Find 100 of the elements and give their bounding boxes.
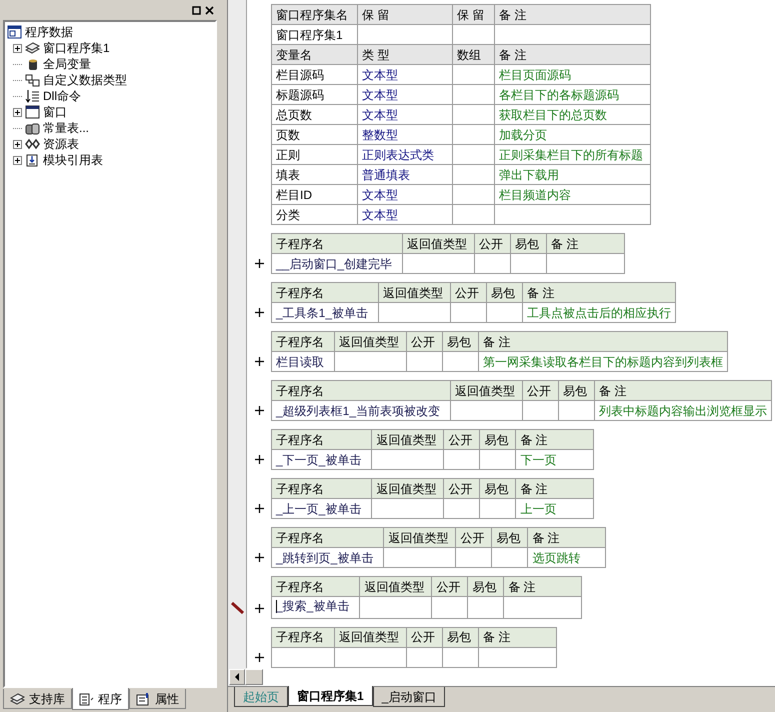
expand-toggle[interactable]: [13, 44, 22, 52]
column-header: 返回值类型: [372, 430, 444, 450]
document-tab[interactable]: _启动窗口: [372, 687, 446, 707]
table-cell-text: __启动窗口_创建完毕: [276, 256, 392, 272]
column-header: 返回值类型: [334, 627, 406, 647]
table-cell: 正则: [272, 144, 358, 164]
text-cursor: [276, 600, 277, 612]
column-header: 备 注: [494, 4, 650, 24]
type-blocks-icon: [25, 73, 40, 87]
column-header: 易包: [492, 528, 528, 548]
plus-icon[interactable]: [254, 357, 264, 366]
table-cell: 列表中标题内容输出浏览框显示: [594, 400, 772, 420]
tree-item[interactable]: 常量表...: [43, 121, 90, 135]
property-sheet-icon: [136, 692, 151, 706]
tree-item[interactable]: 程序数据: [25, 25, 73, 39]
table-cell: 填表: [272, 164, 358, 184]
column-header: 保 留: [358, 4, 452, 24]
table-cell-text: _下一页_被单击: [276, 452, 362, 468]
column-header: 公开: [474, 234, 511, 254]
diamonds-icon: [25, 137, 40, 151]
column-header: 子程序名: [272, 380, 451, 400]
tree-item[interactable]: 窗口程序集1: [43, 41, 110, 55]
column-header: 子程序名: [272, 528, 384, 548]
column-header: 备 注: [528, 528, 606, 548]
table-cell-text: _超级列表框1_当前表项被改变: [276, 402, 440, 420]
column-header: 易包: [442, 332, 478, 352]
cylinders-icon: [25, 121, 40, 135]
column-header: 备 注: [504, 576, 582, 596]
column-header: 易包: [510, 234, 547, 254]
program-data-icon: [7, 25, 22, 39]
tree-item[interactable]: 模块引用表: [43, 153, 103, 167]
panel-tab[interactable]: 支持库: [3, 689, 72, 709]
table-cell: 分类: [272, 204, 358, 224]
table-cell: 总页数: [272, 104, 358, 124]
column-header: 易包: [480, 478, 516, 498]
column-header: 子程序名: [272, 478, 372, 498]
column-header: 公开: [444, 430, 480, 450]
expand-toggle[interactable]: [13, 140, 22, 148]
document-tab[interactable]: 窗口程序集1: [288, 686, 373, 706]
table-cell: 各栏目下的各标题源码: [494, 84, 650, 104]
plus-icon[interactable]: [254, 652, 264, 662]
plus-icon[interactable]: [254, 308, 264, 317]
restore-button[interactable]: [191, 4, 202, 16]
column-header: 备 注: [594, 380, 772, 400]
plus-icon[interactable]: [254, 553, 264, 562]
panel-tab[interactable]: 程序: [72, 688, 129, 710]
expand-toggle[interactable]: [13, 156, 22, 164]
column-header: 公开: [450, 282, 487, 302]
table-cell: 加载分页: [494, 124, 650, 144]
table-cell: 文本型: [358, 204, 452, 224]
tree-item[interactable]: 资源表: [43, 137, 79, 151]
table-cell: 正则表达式类: [358, 144, 452, 164]
close-button[interactable]: [204, 4, 215, 16]
column-header: 备 注: [478, 332, 728, 352]
table-cell: 整数型: [358, 124, 452, 144]
scrollbar-thumb[interactable]: [245, 669, 263, 685]
column-header: 易包: [480, 430, 516, 450]
panel-tab[interactable]: 属性: [129, 689, 186, 709]
column-header: 备 注: [522, 282, 676, 302]
tree-item[interactable]: 全局变量: [43, 57, 91, 71]
table-cell: 文本型: [358, 84, 452, 104]
column-header: 子程序名: [272, 576, 360, 596]
table-cell: 标题源码: [272, 84, 358, 104]
scroll-left-button[interactable]: [229, 669, 245, 685]
column-header: 易包: [486, 282, 523, 302]
table-cell: 栏目源码: [272, 64, 358, 84]
expand-toggle[interactable]: [13, 108, 22, 116]
left-arrow-icon: [234, 673, 240, 681]
table-cell: 获取栏目下的总页数: [494, 104, 650, 124]
table-cell: 文本型: [358, 104, 452, 124]
table-cell-text: 栏目读取: [276, 354, 324, 370]
column-header: 备 注: [516, 430, 594, 450]
tree-item[interactable]: 窗口: [43, 105, 67, 119]
column-header: 返回值类型: [372, 478, 444, 498]
table-cell-text: _上一页_被单击: [276, 500, 362, 518]
column-header: 返回值类型: [384, 528, 456, 548]
plus-icon[interactable]: [254, 455, 264, 464]
tree-item[interactable]: 自定义数据类型: [43, 73, 127, 87]
column-header: 公开: [406, 627, 442, 647]
column-header: 公开: [432, 576, 468, 596]
table-cell: 弹出下载用: [494, 164, 650, 184]
plus-icon[interactable]: [254, 604, 264, 612]
stacked-sheets-icon: [10, 692, 25, 706]
column-header: 返回值类型: [450, 380, 523, 400]
window-icon: [25, 105, 40, 119]
plus-icon[interactable]: [254, 504, 264, 513]
down-arrow-list-icon: [25, 89, 40, 103]
table-cell-text: _搜索_被单击: [276, 598, 350, 615]
document-list-icon: [79, 692, 94, 706]
column-header: 公开: [456, 528, 492, 548]
table-cell: 普通填表: [358, 164, 452, 184]
column-header: 保 留: [452, 4, 494, 24]
plus-icon[interactable]: [254, 259, 264, 268]
table-cell: 正则采集栏目下的所有标题: [494, 144, 650, 164]
plus-icon[interactable]: [254, 406, 264, 415]
tree-item[interactable]: Dll命令: [43, 89, 81, 103]
table-cell: 栏目ID: [272, 184, 358, 204]
table-cell: 工具点被点击后的相应执行: [522, 302, 676, 322]
import-sheet-icon: [25, 153, 40, 167]
table-cell: 文本型: [358, 184, 452, 204]
